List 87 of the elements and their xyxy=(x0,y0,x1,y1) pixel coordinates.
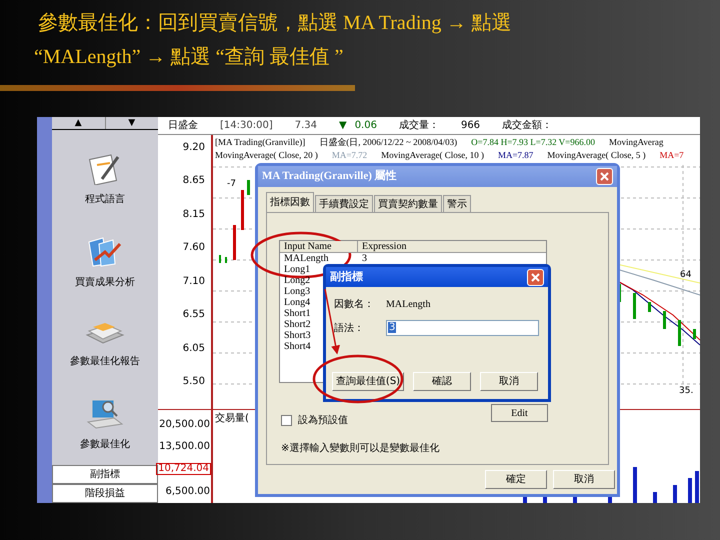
sidebar-item[interactable]: 買賣成果分析 xyxy=(75,278,135,288)
down-arrow-icon: ▼ xyxy=(338,118,347,133)
slide-title: 參數最佳化：回到買賣信號，點選 MA Trading → 點選 xyxy=(38,11,512,36)
axis-label: 8.65 xyxy=(182,176,205,186)
column-header: Expression xyxy=(358,241,546,253)
sidebar-item[interactable]: 參數最佳化 xyxy=(80,440,130,450)
symbol-label: 日盛金 xyxy=(168,118,198,133)
field-label: 語法： xyxy=(334,322,365,336)
axis-label: 20,500.00 xyxy=(158,420,211,430)
scroll-down-button[interactable]: ▼ xyxy=(106,117,158,129)
axis-label: 13,500.00 xyxy=(158,442,211,452)
volume-bar xyxy=(653,492,657,503)
legend-text: MA=7.87 xyxy=(498,149,534,162)
axis-label: 7.60 xyxy=(182,243,205,254)
scroll-up-button[interactable]: ▲ xyxy=(52,117,106,129)
volume-bar xyxy=(673,485,677,503)
change-label: 0.06 xyxy=(354,119,377,133)
checkbox[interactable] xyxy=(281,415,292,426)
candlestick xyxy=(663,311,666,329)
input-field[interactable]: 3 xyxy=(386,320,539,336)
dialog-tab[interactable]: 手續費設定 xyxy=(315,195,373,212)
time-label: [14:30:00] xyxy=(220,119,273,133)
legend-text: [MA Trading(Granville)] xyxy=(215,136,306,149)
axis-label: 9.20 xyxy=(182,143,205,153)
close-icon xyxy=(600,172,609,181)
axis-label: 10,724.04 xyxy=(156,463,211,476)
candlestick xyxy=(241,190,244,230)
note-text: ※選擇輸入變數則可以是變數最佳化 xyxy=(281,442,440,456)
slide-title: “MALength” → 點選 “查詢 最佳值 ” xyxy=(34,45,344,70)
volume-pane-title: 交易量( xyxy=(215,412,249,426)
notepad-pencil-icon xyxy=(88,153,122,186)
close-icon xyxy=(531,272,540,282)
legend-text: MovingAverage( Close, 20 ) xyxy=(215,149,318,162)
chart-mark: 35. xyxy=(679,385,694,398)
candlestick xyxy=(648,302,651,312)
field-label: 因數名： xyxy=(334,298,375,312)
dialog-button[interactable]: 查詢最佳值(S) xyxy=(332,372,404,391)
candlestick xyxy=(233,225,236,260)
laptop-magnifier-icon xyxy=(86,398,124,430)
price-label: 7.34 xyxy=(294,119,317,133)
axis-label: 7.10 xyxy=(182,276,205,287)
checkbox-label: 設為預設值 xyxy=(298,414,348,428)
candlestick xyxy=(633,293,636,319)
chart-mark: -7 xyxy=(227,178,236,191)
volume-bar xyxy=(695,471,699,503)
legend-text: 日盛金(日, 2006/12/22 ~ 2008/04/03) xyxy=(319,136,458,149)
chart-arrow-icon xyxy=(87,236,123,268)
legend-text: MovingAverage( Close, 10 ) xyxy=(381,149,484,162)
legend-text: MA=7 xyxy=(660,149,684,162)
axis-label: 6.55 xyxy=(182,310,205,320)
candlestick xyxy=(678,320,681,346)
close-button[interactable] xyxy=(596,168,613,185)
axis-label: 6.05 xyxy=(182,344,205,354)
sidebar-item[interactable]: 參數最佳化報告 xyxy=(70,356,140,367)
edit-button[interactable]: Edit xyxy=(491,404,548,422)
amount-label: 成交金額： xyxy=(502,118,552,133)
sidebar-tab[interactable]: 副指標 xyxy=(52,465,158,484)
table-cell[interactable]: 3 xyxy=(358,253,367,264)
dialog-title: MA Trading(Granville) 屬性 xyxy=(262,168,397,184)
column-header: Input Name xyxy=(280,241,358,253)
dialog-title: 副指標 xyxy=(330,268,363,285)
legend-text: MA=7.72 xyxy=(332,149,368,162)
volume-label: 成交量： xyxy=(398,118,439,133)
dialog-button[interactable]: 取消 xyxy=(480,372,538,391)
legend-text: MovingAverag xyxy=(609,136,664,149)
axis-label: 5.50 xyxy=(182,376,205,387)
chart-mark: 64 xyxy=(680,269,692,282)
close-button[interactable] xyxy=(527,268,544,286)
sidebar-tab[interactable]: 階段損益 xyxy=(52,484,158,503)
dialog-tab[interactable]: 買賣契約數量 xyxy=(374,195,442,212)
dialog-button[interactable]: 取消 xyxy=(553,470,615,489)
dialog-button[interactable]: 確認 xyxy=(413,372,471,391)
legend-text: O=7.84 H=7.93 L=7.32 V=966.00 xyxy=(471,136,596,149)
legend-text: MovingAverage( Close, 5 ) xyxy=(547,149,646,162)
field-value: MALength xyxy=(386,298,430,312)
candlestick xyxy=(693,329,696,339)
sidebar-item[interactable]: 程式語言 xyxy=(85,195,125,206)
dialog-tab[interactable]: 指標因數 xyxy=(266,192,314,212)
volume-bar xyxy=(688,478,692,503)
axis-label: 8.15 xyxy=(182,210,205,220)
axis-label: 6,500.00 xyxy=(164,487,211,498)
candlestick xyxy=(247,180,250,195)
table-cell[interactable]: MALength xyxy=(280,253,358,264)
volume-value: 966 xyxy=(460,119,480,133)
dialog-tab[interactable]: 警示 xyxy=(443,195,471,212)
volume-bar xyxy=(633,467,637,503)
dialog-button[interactable]: 確定 xyxy=(485,470,547,489)
